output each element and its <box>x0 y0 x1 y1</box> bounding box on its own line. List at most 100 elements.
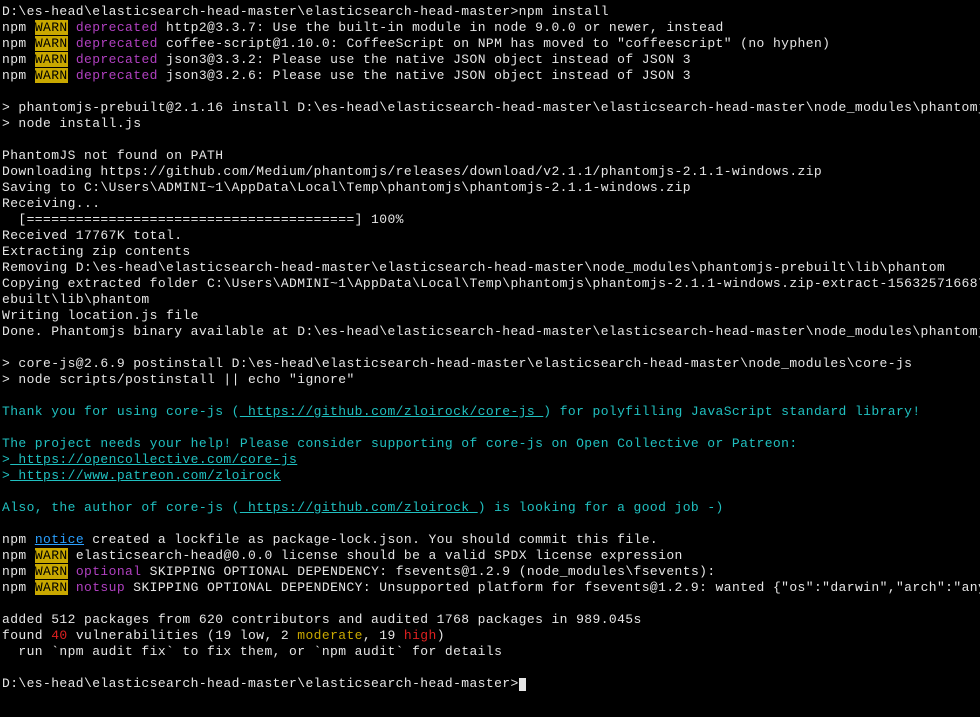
terminal-line: Thank you for using core-js ( https://gi… <box>2 404 921 419</box>
terminal-segment: [=======================================… <box>2 212 404 227</box>
terminal-segment: moderate <box>297 628 363 643</box>
terminal-segment: D:\es-head\elasticsearch-head-master\ela… <box>2 676 519 691</box>
terminal-line: Extracting zip contents <box>2 244 191 259</box>
terminal-segment: Thank you for using core-js ( <box>2 404 240 419</box>
terminal-segment: notsup <box>76 580 125 595</box>
terminal-segment: Downloading https://github.com/Medium/ph… <box>2 164 822 179</box>
terminal-line: Received 17767K total. <box>2 228 182 243</box>
terminal-line: Done. Phantomjs binary available at D:\e… <box>2 324 980 339</box>
terminal-segment: WARN <box>35 580 68 595</box>
terminal-segment <box>68 564 76 579</box>
terminal-segment: found <box>2 628 51 643</box>
terminal-line: PhantomJS not found on PATH <box>2 148 223 163</box>
terminal-segment: deprecated <box>76 52 158 67</box>
terminal-segment: npm <box>2 20 35 35</box>
terminal-line: > https://opencollective.com/core-js <box>2 452 297 467</box>
terminal-segment: http2@3.3.7: Use the built-in module in … <box>158 20 724 35</box>
terminal-line: npm notice created a lockfile as package… <box>2 532 658 547</box>
terminal-segment: run `npm audit fix` to fix them, or `npm… <box>2 644 502 659</box>
terminal-line: npm WARN optional SKIPPING OPTIONAL DEPE… <box>2 564 716 579</box>
terminal-segment <box>68 68 76 83</box>
terminal-segment: created a lockfile as package-lock.json.… <box>84 532 658 547</box>
terminal-segment: Received 17767K total. <box>2 228 182 243</box>
terminal-segment: > core-js@2.6.9 postinstall D:\es-head\e… <box>2 356 912 371</box>
terminal-segment: The project needs your help! Please cons… <box>2 436 798 451</box>
terminal-segment: optional <box>76 564 142 579</box>
terminal-line: Also, the author of core-js ( https://gi… <box>2 500 724 515</box>
terminal-line: run `npm audit fix` to fix them, or `npm… <box>2 644 502 659</box>
terminal-line: Removing D:\es-head\elasticsearch-head-m… <box>2 260 945 275</box>
terminal-segment: vulnerabilities (19 low, 2 <box>68 628 298 643</box>
terminal-segment: > node install.js <box>2 116 141 131</box>
terminal-line: > node install.js <box>2 116 141 131</box>
terminal-line: added 512 packages from 620 contributors… <box>2 612 642 627</box>
terminal-output[interactable]: D:\es-head\elasticsearch-head-master\ela… <box>0 0 980 696</box>
terminal-line: npm WARN notsup SKIPPING OPTIONAL DEPEND… <box>2 580 980 595</box>
terminal-segment: json3@3.2.6: Please use the native JSON … <box>158 68 691 83</box>
terminal-segment: SKIPPING OPTIONAL DEPENDENCY: fsevents@1… <box>141 564 715 579</box>
terminal-segment: https://opencollective.com/core-js <box>10 452 297 467</box>
terminal-segment: WARN <box>35 20 68 35</box>
terminal-segment: > node scripts/postinstall || echo "igno… <box>2 372 355 387</box>
terminal-line: D:\es-head\elasticsearch-head-master\ela… <box>2 676 526 691</box>
terminal-segment: > phantomjs-prebuilt@2.1.16 install D:\e… <box>2 100 980 115</box>
terminal-segment: ebuilt\lib\phantom <box>2 292 150 307</box>
terminal-segment <box>68 20 76 35</box>
terminal-segment: high <box>404 628 437 643</box>
terminal-segment: https://github.com/zloirock <box>240 500 478 515</box>
terminal-segment: npm <box>2 580 35 595</box>
terminal-line: npm WARN deprecated http2@3.3.7: Use the… <box>2 20 724 35</box>
terminal-segment: elasticsearch-head@0.0.0 license should … <box>68 548 683 563</box>
terminal-line: > core-js@2.6.9 postinstall D:\es-head\e… <box>2 356 912 371</box>
terminal-segment: WARN <box>35 68 68 83</box>
terminal-line: npm WARN deprecated json3@3.2.6: Please … <box>2 68 691 83</box>
terminal-segment: PhantomJS not found on PATH <box>2 148 223 163</box>
terminal-line: Copying extracted folder C:\Users\ADMINI… <box>2 276 980 291</box>
terminal-segment: SKIPPING OPTIONAL DEPENDENCY: Unsupporte… <box>125 580 980 595</box>
terminal-segment: Copying extracted folder C:\Users\ADMINI… <box>2 276 980 291</box>
terminal-segment: npm <box>2 36 35 51</box>
terminal-segment: ) <box>437 628 445 643</box>
terminal-segment <box>68 52 76 67</box>
terminal-line: Saving to C:\Users\ADMINI~1\AppData\Loca… <box>2 180 691 195</box>
terminal-segment: , 19 <box>363 628 404 643</box>
terminal-line: Receiving... <box>2 196 100 211</box>
cursor <box>519 678 526 691</box>
terminal-line: D:\es-head\elasticsearch-head-master\ela… <box>2 4 609 19</box>
terminal-line: The project needs your help! Please cons… <box>2 436 798 451</box>
terminal-line: > https://www.patreon.com/zloirock <box>2 468 281 483</box>
terminal-segment: Done. Phantomjs binary available at D:\e… <box>2 324 980 339</box>
terminal-segment: Writing location.js file <box>2 308 199 323</box>
terminal-segment: ) is looking for a good job -) <box>478 500 724 515</box>
terminal-segment: json3@3.3.2: Please use the native JSON … <box>158 52 691 67</box>
terminal-line: Writing location.js file <box>2 308 199 323</box>
terminal-segment: WARN <box>35 36 68 51</box>
terminal-segment: https://www.patreon.com/zloirock <box>10 468 281 483</box>
terminal-segment: npm <box>2 532 35 547</box>
terminal-segment: Saving to C:\Users\ADMINI~1\AppData\Loca… <box>2 180 691 195</box>
terminal-segment: deprecated <box>76 20 158 35</box>
terminal-segment: Receiving... <box>2 196 100 211</box>
terminal-segment: > <box>2 452 10 467</box>
terminal-segment <box>68 36 76 51</box>
terminal-line: [=======================================… <box>2 212 404 227</box>
terminal-segment: > <box>2 468 10 483</box>
terminal-line: npm WARN deprecated json3@3.3.2: Please … <box>2 52 691 67</box>
terminal-segment: Removing D:\es-head\elasticsearch-head-m… <box>2 260 945 275</box>
terminal-segment: deprecated <box>76 68 158 83</box>
terminal-segment: ) for polyfilling JavaScript standard li… <box>543 404 920 419</box>
terminal-line: > phantomjs-prebuilt@2.1.16 install D:\e… <box>2 100 980 115</box>
terminal-line: > node scripts/postinstall || echo "igno… <box>2 372 355 387</box>
terminal-segment: Extracting zip contents <box>2 244 191 259</box>
terminal-segment: npm <box>2 52 35 67</box>
terminal-segment: WARN <box>35 52 68 67</box>
terminal-segment: npm <box>2 564 35 579</box>
terminal-segment: notice <box>35 532 84 547</box>
terminal-segment: https://github.com/zloirock/core-js <box>240 404 543 419</box>
terminal-segment: coffee-script@1.10.0: CoffeeScript on NP… <box>158 36 831 51</box>
terminal-segment: D:\es-head\elasticsearch-head-master\ela… <box>2 4 609 19</box>
terminal-segment: added 512 packages from 620 contributors… <box>2 612 642 627</box>
terminal-segment: WARN <box>35 564 68 579</box>
terminal-line: found 40 vulnerabilities (19 low, 2 mode… <box>2 628 445 643</box>
terminal-segment: deprecated <box>76 36 158 51</box>
